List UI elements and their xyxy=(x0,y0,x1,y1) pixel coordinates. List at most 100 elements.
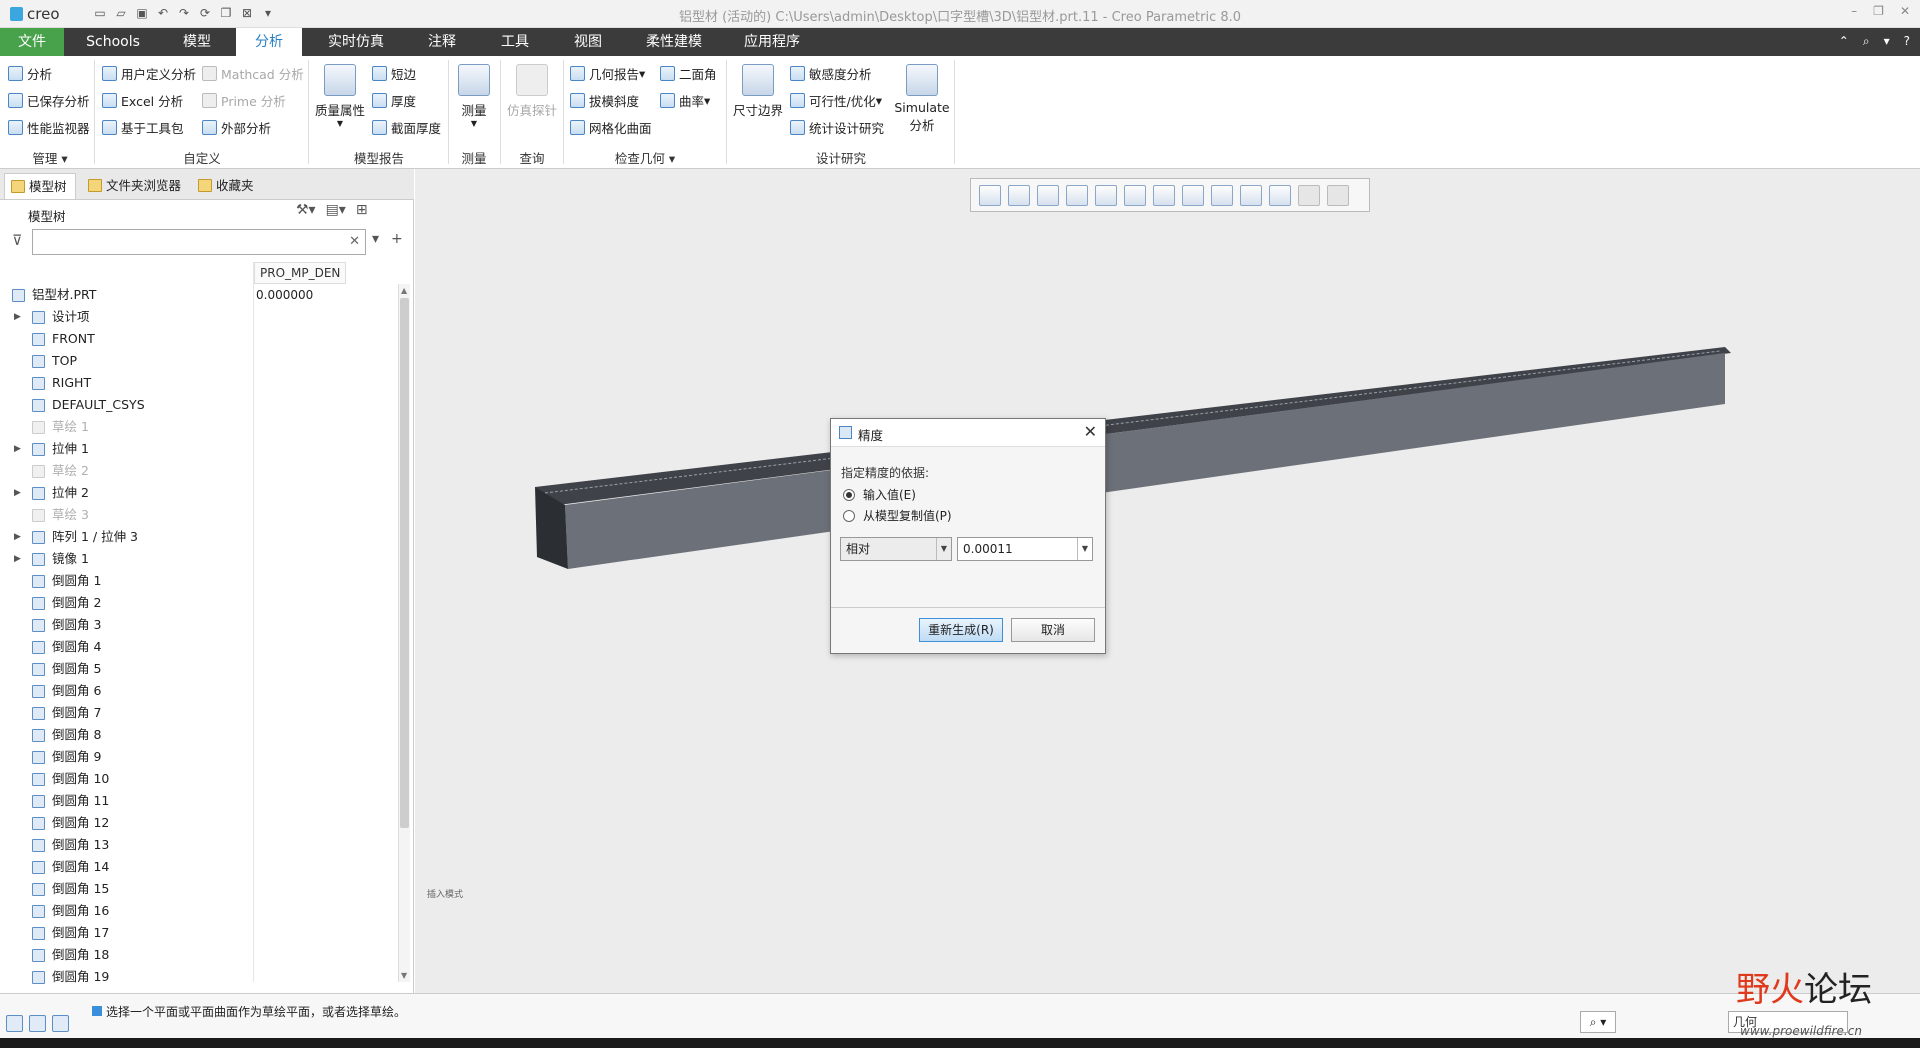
tree-item[interactable]: 倒圆角 12 xyxy=(0,812,398,834)
tree-root[interactable]: 铝型材.PRT 0.000000 xyxy=(0,284,398,306)
pause-icon[interactable] xyxy=(1298,185,1320,206)
simulation-display-icon[interactable] xyxy=(1269,185,1291,206)
dimension-boundary-button[interactable]: 尺寸边界 xyxy=(730,64,786,119)
geometry-report-button[interactable]: 几何报告 ▾ xyxy=(570,64,645,83)
dihedral-angle-button[interactable]: 二面角 xyxy=(660,64,717,83)
tree-item[interactable]: 倒圆角 1 xyxy=(0,570,398,592)
mass-properties-button[interactable]: 质量属性 ▼ xyxy=(312,64,368,128)
tree-item[interactable]: 草绘 2 xyxy=(0,460,398,482)
saved-analysis-button[interactable]: 已保存分析 xyxy=(8,91,90,110)
restore-icon[interactable]: ❐ xyxy=(1873,4,1884,18)
analysis-button[interactable]: 分析 xyxy=(8,64,52,83)
tree-columns-icon[interactable]: ⊞ xyxy=(356,202,368,218)
scroll-up-icon[interactable]: ▲ xyxy=(401,286,407,295)
tab-view[interactable]: 视图 xyxy=(558,28,618,56)
toolkit-based-button[interactable]: 基于工具包 xyxy=(102,118,184,137)
graphics-window[interactable]: 插入模式 xyxy=(415,169,1920,993)
tree-show-icon[interactable]: ▤▾ xyxy=(326,202,346,218)
minimize-icon[interactable]: – xyxy=(1851,4,1857,18)
tree-item[interactable]: DEFAULT_CSYS xyxy=(0,394,398,416)
regenerate-button[interactable]: 重新生成(R) xyxy=(919,618,1003,642)
tree-item[interactable]: 倒圆角 10 xyxy=(0,768,398,790)
add-icon[interactable]: + xyxy=(391,231,403,247)
tab-annotate[interactable]: 注释 xyxy=(412,28,472,56)
measure-button[interactable]: 测量 ▼ xyxy=(452,64,496,128)
perspective-icon[interactable] xyxy=(1153,185,1175,206)
tree-item[interactable]: ▶ 镜像 1 xyxy=(0,548,398,570)
repaint-icon[interactable] xyxy=(1037,185,1059,206)
group-inspect-geometry[interactable]: 检查几何 ▾ xyxy=(570,148,720,167)
tree-item[interactable]: ▶ 拉伸 1 xyxy=(0,438,398,460)
tree-item[interactable]: 倒圆角 14 xyxy=(0,856,398,878)
tab-model-tree[interactable]: 模型树 xyxy=(4,173,76,199)
radio-enter-value[interactable]: 输入值(E) xyxy=(843,486,916,503)
tree-item[interactable]: FRONT xyxy=(0,328,398,350)
external-analysis-button[interactable]: 外部分析 xyxy=(202,118,271,137)
tree-item[interactable]: ▶ 拉伸 2 xyxy=(0,482,398,504)
tree-item[interactable]: 倒圆角 16 xyxy=(0,900,398,922)
user-defined-analysis-button[interactable]: 用户定义分析 xyxy=(102,64,196,83)
accuracy-value-input[interactable]: 0.00011 ▼ xyxy=(957,537,1093,561)
full-screen-icon[interactable] xyxy=(52,1015,69,1032)
tree-item[interactable]: TOP xyxy=(0,350,398,372)
tree-item[interactable]: 倒圆角 11 xyxy=(0,790,398,812)
cancel-button[interactable]: 取消 xyxy=(1011,618,1095,642)
tree-item[interactable]: ▶ 阵列 1 / 拉伸 3 xyxy=(0,526,398,548)
learning-icon[interactable]: ▾ xyxy=(1884,34,1890,49)
tree-item[interactable]: 倒圆角 15 xyxy=(0,878,398,900)
thickness-button[interactable]: 厚度 xyxy=(372,91,416,110)
column-header-density[interactable]: PRO_MP_DEN xyxy=(254,262,346,284)
find-button[interactable]: ⌕ ▾ xyxy=(1580,1011,1616,1033)
spin-center-icon[interactable] xyxy=(1240,185,1262,206)
tree-item[interactable]: 倒圆角 8 xyxy=(0,724,398,746)
clear-icon[interactable]: ✕ xyxy=(349,234,360,249)
tab-live-simulation[interactable]: 实时仿真 xyxy=(318,28,394,56)
simulate-analysis-button[interactable]: Simulate 分析 xyxy=(894,64,950,134)
tab-flexible-modeling[interactable]: 柔性建模 xyxy=(636,28,712,56)
tree-item[interactable]: 倒圆角 19 xyxy=(0,966,398,988)
tree-item[interactable]: 倒圆角 7 xyxy=(0,702,398,724)
tree-item[interactable]: 倒圆角 18 xyxy=(0,944,398,966)
curvature-button[interactable]: 曲率 ▾ xyxy=(660,91,710,110)
refit-icon[interactable] xyxy=(979,185,1001,206)
tree-item[interactable]: 倒圆角 13 xyxy=(0,834,398,856)
feasibility-optimization-button[interactable]: 可行性/优化 ▾ xyxy=(790,91,882,110)
simulation-probe-button[interactable]: 仿真探针 xyxy=(504,64,560,119)
performance-monitor-button[interactable]: 性能监视器 xyxy=(8,118,90,137)
view-manager-icon[interactable] xyxy=(1095,185,1117,206)
mesh-surface-button[interactable]: 网格化曲面 xyxy=(570,118,652,137)
tab-tools[interactable]: 工具 xyxy=(486,28,544,56)
zoom-in-icon[interactable] xyxy=(1008,185,1030,206)
filter-options-icon[interactable]: ▾ xyxy=(372,231,379,247)
group-manage[interactable]: 管理 ▾ xyxy=(10,148,90,167)
mathcad-analysis-button[interactable]: Mathcad 分析 xyxy=(202,64,304,83)
section-thickness-button[interactable]: 截面厚度 xyxy=(372,118,441,137)
tab-model[interactable]: 模型 xyxy=(166,28,228,56)
expand-icon[interactable]: ▶ xyxy=(14,526,21,548)
tree-item[interactable]: RIGHT xyxy=(0,372,398,394)
show-navigator-icon[interactable] xyxy=(6,1015,23,1032)
tab-schools[interactable]: Schools xyxy=(72,28,154,56)
scroll-thumb[interactable] xyxy=(400,298,409,828)
tab-applications[interactable]: 应用程序 xyxy=(730,28,814,56)
tree-item[interactable]: 倒圆角 6 xyxy=(0,680,398,702)
collapse-ribbon-icon[interactable]: ⌃ xyxy=(1839,34,1849,49)
stop-icon[interactable] xyxy=(1327,185,1349,206)
scroll-down-icon[interactable]: ▼ xyxy=(401,971,407,980)
tab-favorites[interactable]: 收藏夹 xyxy=(192,173,254,199)
prime-analysis-button[interactable]: Prime 分析 xyxy=(202,91,286,110)
accuracy-mode-select[interactable]: 相对 ▼ xyxy=(840,537,952,561)
annotation-display-icon[interactable] xyxy=(1211,185,1233,206)
tree-item[interactable]: 倒圆角 5 xyxy=(0,658,398,680)
tree-item[interactable]: 草绘 1 xyxy=(0,416,398,438)
tree-scrollbar[interactable]: ▲ ▼ xyxy=(398,284,410,982)
tree-item[interactable]: 倒圆角 3 xyxy=(0,614,398,636)
tab-file[interactable]: 文件 xyxy=(0,28,64,56)
expand-icon[interactable]: ▶ xyxy=(14,306,21,328)
tree-item[interactable]: 倒圆角 4 xyxy=(0,636,398,658)
tree-settings-icon[interactable]: ⚒▾ xyxy=(296,202,316,218)
tree-item[interactable]: ▶ 设计项 xyxy=(0,306,398,328)
show-browser-icon[interactable] xyxy=(29,1015,46,1032)
tree-item[interactable]: 倒圆角 17 xyxy=(0,922,398,944)
tree-item[interactable]: 倒圆角 9 xyxy=(0,746,398,768)
